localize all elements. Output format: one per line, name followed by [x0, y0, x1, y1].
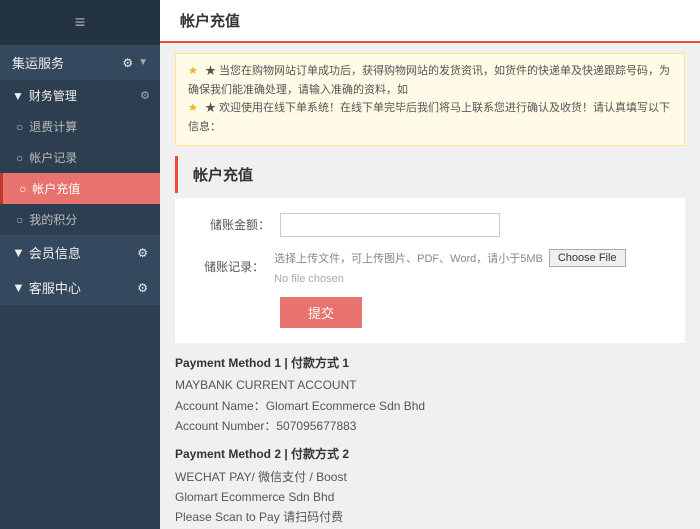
form-area: 储账金额： 储账记录： 选择上传文件，可上传图片、PDF、Word，请小于5MB… — [175, 198, 685, 343]
amount-input[interactable] — [280, 213, 500, 237]
payment-method-2-title: WECHAT PAY/ 微信支付 / Boost — [175, 467, 685, 487]
notice-text-1: ★ 当您在购物网站订单成功后，获得购物网站的发货资讯，如货件的快递单及快递跟踪号… — [188, 65, 670, 96]
sidebar-item-support[interactable]: ▼ 客服中心 ⚙ — [0, 270, 160, 305]
sidebar-item-member[interactable]: ▼ 会员信息 ⚙ — [0, 235, 160, 270]
payment-method-1-line-1: Account Name：Glomart Ecommerce Sdn Bhd — [175, 396, 685, 416]
sidebar: ≡ 集运服务 ⚙ ▼ ▼ 财务管理 ⚙ ○ 退费计算 ○ 帐户记录 ○ 帐户充值 — [0, 0, 160, 529]
sidebar-header: ≡ — [0, 0, 160, 45]
payment-method-2-label: Payment Method 2 | 付款方式 2 — [175, 444, 685, 464]
notice-area: ★ ★ 当您在购物网站订单成功后，获得购物网站的发货资讯，如货件的快递单及快递跟… — [175, 53, 685, 146]
notice-2: ★ ★ 欢迎使用在线下单系统！在线下单完毕后我们将马上联系您进行确认及收货！请认… — [188, 99, 672, 136]
refund-icon: ○ — [16, 120, 23, 134]
hamburger-icon[interactable]: ≡ — [75, 12, 86, 33]
payment-method-1-label: Payment Method 1 | 付款方式 1 — [175, 353, 685, 373]
payment-method-2: Payment Method 2 | 付款方式 2 WECHAT PAY/ 微信… — [175, 444, 685, 528]
page-title: 帐户充值 — [180, 13, 240, 30]
gear-icon[interactable]: ⚙ — [122, 56, 133, 70]
payment-method-2-line-2: Please Scan to Pay 请扫码付费 — [175, 507, 685, 527]
sidebar-logistics-label: 集运服务 — [12, 53, 64, 72]
page-header: 帐户充值 — [160, 0, 700, 43]
section-title: 帐户充值 — [175, 156, 685, 193]
finance-gear-icon[interactable]: ⚙ — [140, 89, 150, 102]
sidebar-item-refund[interactable]: ○ 退费计算 — [0, 111, 160, 142]
sidebar-support-label: 客服中心 — [29, 278, 81, 297]
sidebar-item-records[interactable]: ○ 帐户记录 — [0, 142, 160, 173]
records-icon: ○ — [16, 151, 23, 165]
member-gear-icon[interactable]: ⚙ — [137, 246, 148, 260]
topup-icon: ○ — [19, 182, 26, 196]
no-file-label: No file chosen — [274, 273, 344, 285]
submit-button[interactable]: 提交 — [280, 297, 362, 328]
payment-method-1-line-2: Account Number：507095677883 — [175, 416, 685, 436]
main-content: 帐户充值 ★ ★ 当您在购物网站订单成功后，获得购物网站的发货资讯，如货件的快递… — [160, 0, 700, 529]
notice-star-icon-1: ★ — [188, 65, 198, 77]
file-upload-area: 选择上传文件，可上传图片、PDF、Word，请小于5MB Choose File… — [274, 249, 670, 285]
payment-method-1: Payment Method 1 | 付款方式 1 MAYBANK CURREN… — [175, 353, 685, 437]
sidebar-item-logistics[interactable]: 集运服务 ⚙ ▼ — [0, 45, 160, 80]
member-arrow-icon: ▼ — [12, 245, 25, 260]
support-gear-icon[interactable]: ⚙ — [137, 281, 148, 295]
notice-text-2: ★ 欢迎使用在线下单系统！在线下单完毕后我们将马上联系您进行确认及收货！请认真填… — [188, 102, 670, 133]
finance-arrow-icon: ▼ — [12, 89, 24, 103]
sidebar-member-label: 会员信息 — [29, 243, 81, 262]
sidebar-topup-label: 帐户充值 — [32, 180, 80, 197]
amount-label: 储账金额： — [190, 216, 270, 233]
payment-method-1-title: MAYBANK CURRENT ACCOUNT — [175, 375, 685, 395]
amount-row: 储账金额： — [190, 213, 670, 237]
support-arrow-icon: ▼ — [12, 280, 25, 295]
sidebar-records-label: 帐户记录 — [29, 149, 77, 166]
record-row: 储账记录： 选择上传文件，可上传图片、PDF、Word，请小于5MB Choos… — [190, 249, 670, 285]
points-icon: ○ — [16, 213, 23, 227]
sidebar-item-finance[interactable]: ▼ 财务管理 ⚙ — [0, 80, 160, 111]
sidebar-item-points[interactable]: ○ 我的积分 — [0, 204, 160, 235]
file-hint: 选择上传文件，可上传图片、PDF、Word，请小于5MB — [274, 250, 543, 266]
logistics-arrow: ▼ — [138, 57, 148, 68]
payment-method-2-line-1: Glomart Ecommerce Sdn Bhd — [175, 487, 685, 507]
sidebar-item-topup[interactable]: ○ 帐户充值 — [0, 173, 160, 204]
notice-star-icon-2: ★ — [188, 102, 198, 114]
record-label: 储账记录： — [190, 258, 264, 275]
notice-1: ★ ★ 当您在购物网站订单成功后，获得购物网站的发货资讯，如货件的快递单及快递跟… — [188, 62, 672, 99]
sidebar-points-label: 我的积分 — [29, 211, 77, 228]
sidebar-refund-label: 退费计算 — [29, 118, 77, 135]
sidebar-finance-label: 财务管理 — [29, 87, 77, 104]
choose-file-button[interactable]: Choose File — [549, 249, 626, 267]
payment-info: Payment Method 1 | 付款方式 1 MAYBANK CURREN… — [175, 353, 685, 528]
